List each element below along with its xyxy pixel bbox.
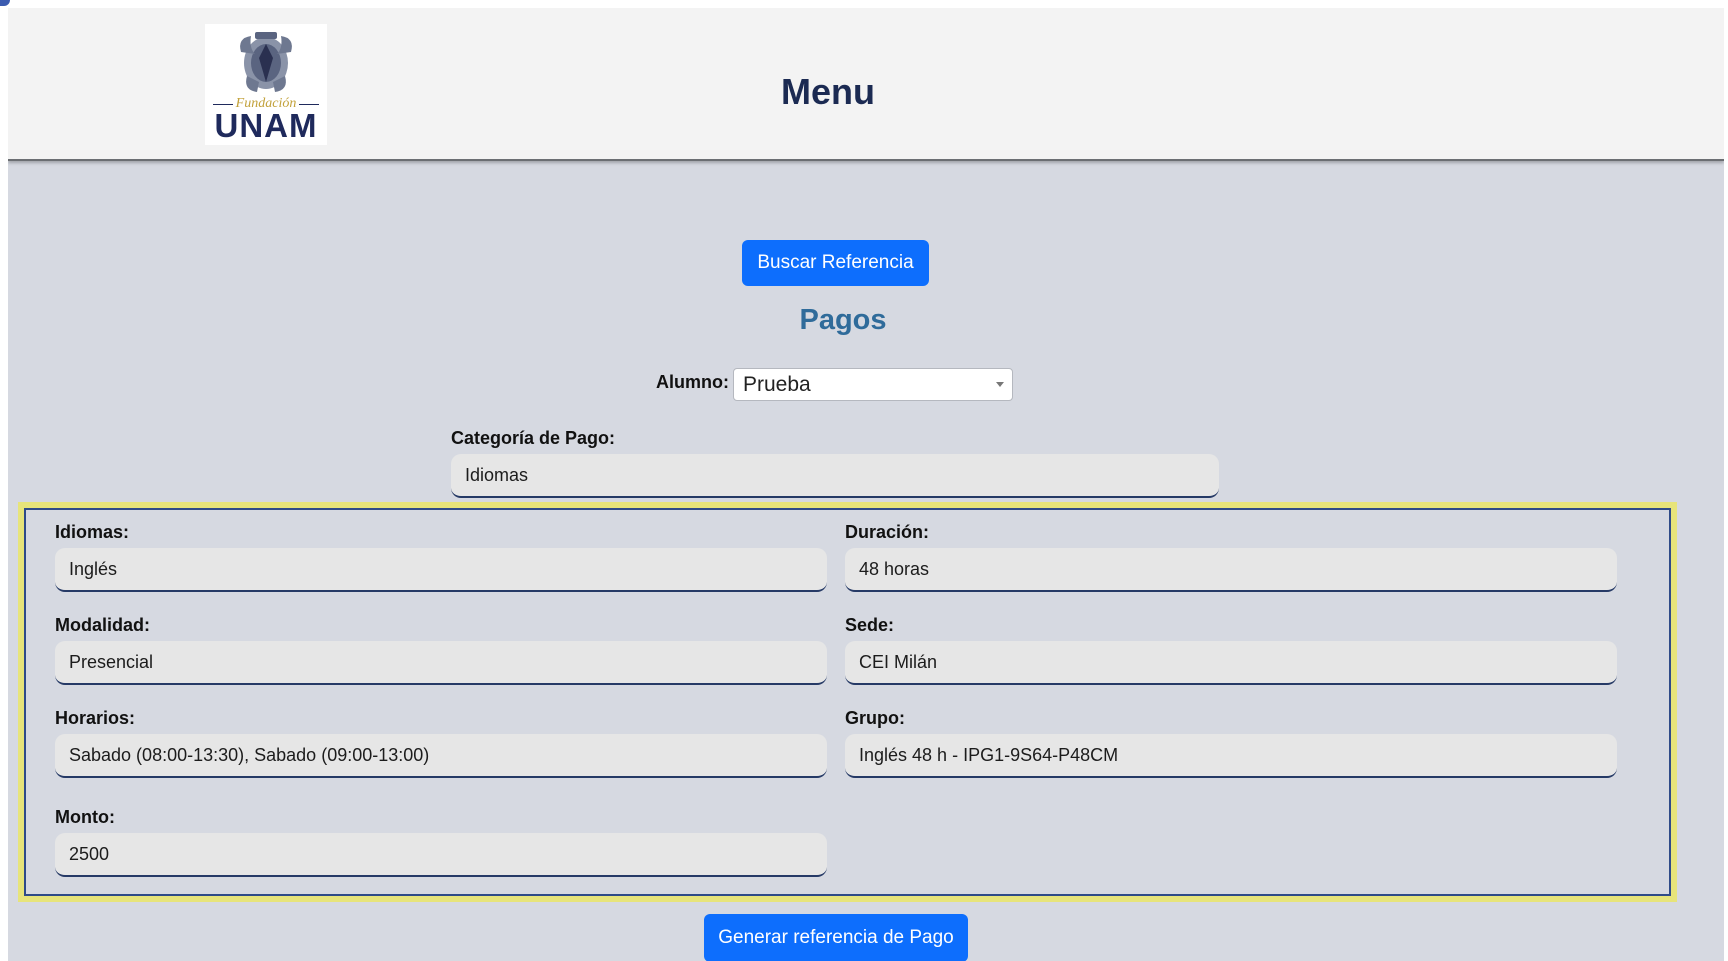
campus-label: Sede:: [845, 615, 895, 635]
amount-label: Monto:: [55, 807, 115, 827]
modality-label: Modalidad:: [55, 615, 150, 635]
student-label: Alumno:: [656, 372, 729, 392]
logo-unam-text: UNAM: [214, 107, 318, 144]
menu-title[interactable]: Menu: [708, 71, 948, 113]
duration-label: Duración:: [845, 522, 930, 542]
group-field[interactable]: Inglés 48 h - IPG1-9S64-P48CM: [845, 734, 1617, 778]
amount-field[interactable]: 2500: [55, 833, 827, 877]
generate-payment-reference-button[interactable]: Generar referencia de Pago: [704, 914, 968, 961]
chevron-down-icon[interactable]: [996, 382, 1004, 387]
unam-seal-icon: [240, 32, 292, 92]
search-reference-button[interactable]: Buscar Referencia: [742, 240, 929, 286]
section-title: Pagos: [799, 304, 887, 336]
schedule-label: Horarios:: [55, 708, 136, 728]
top-navbar: Fundación UNAM Menu: [8, 8, 1724, 161]
group-label: Grupo:: [845, 708, 905, 728]
schedule-field[interactable]: Sabado (08:00-13:30), Sabado (09:00-13:0…: [55, 734, 827, 778]
campus-field[interactable]: CEI Milán: [845, 641, 1617, 685]
duration-field[interactable]: 48 horas: [845, 548, 1617, 592]
student-selected-value: Prueba: [743, 373, 811, 396]
language-label: Idiomas:: [55, 522, 130, 542]
fundacion-unam-logo[interactable]: Fundación UNAM: [205, 24, 327, 145]
payment-category-label: Categoría de Pago:: [451, 428, 616, 448]
modality-field[interactable]: Presencial: [55, 641, 827, 685]
corner-indicator: [0, 0, 10, 6]
language-field[interactable]: Inglés: [55, 548, 827, 592]
student-select[interactable]: Prueba: [733, 368, 1013, 401]
payment-category-field[interactable]: Idiomas: [451, 454, 1219, 498]
app-viewport: Fundación UNAM Menu Buscar Referencia Pa…: [8, 8, 1724, 961]
